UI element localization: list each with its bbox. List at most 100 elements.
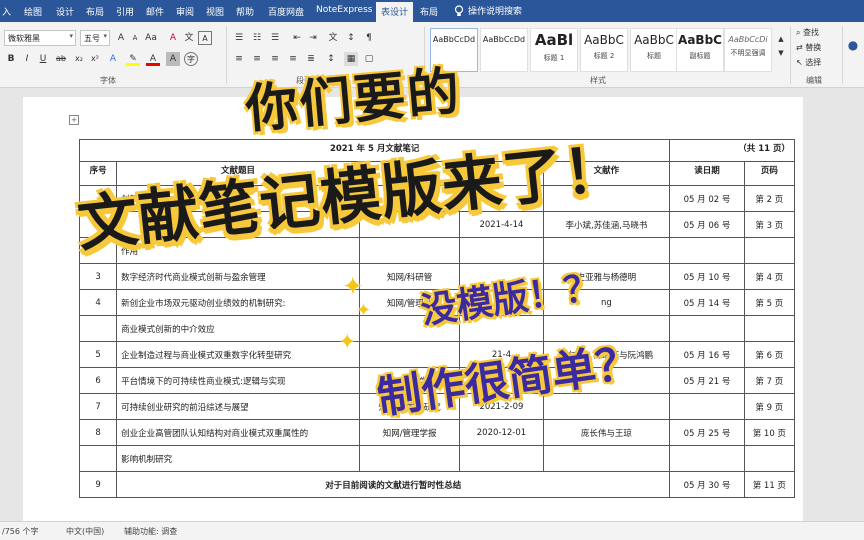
table-cell-author[interactable]: 庞长伟与王琼 xyxy=(542,419,671,446)
underline-button[interactable]: U xyxy=(36,52,50,66)
bold-button[interactable]: B xyxy=(4,52,18,66)
style-heading-2[interactable]: AaBbC 标题 2 xyxy=(580,28,628,72)
tab-draw[interactable]: 绘图 xyxy=(24,5,42,18)
text-effects-button[interactable]: A xyxy=(106,52,120,66)
table-cell-read[interactable] xyxy=(669,315,745,342)
table-cell-no[interactable] xyxy=(78,315,118,342)
phonetic-guide-button[interactable]: 文 xyxy=(182,31,196,45)
shrink-font-button[interactable]: A xyxy=(128,31,142,45)
subscript-button[interactable]: x₂ xyxy=(72,52,86,66)
table-cell-title[interactable]: 影响机制研究 xyxy=(116,445,360,472)
table-cell-no[interactable]: 8 xyxy=(78,419,118,446)
table-cell-title[interactable]: 商业模式创新的中介效应 xyxy=(116,315,360,342)
tab-help[interactable]: 帮助 xyxy=(236,5,254,18)
tab-mailings[interactable]: 邮件 xyxy=(146,5,164,18)
font-color-button[interactable]: A xyxy=(146,52,160,66)
header-page[interactable]: 页码 xyxy=(743,161,796,186)
table-cell-read[interactable]: 05 月 10 号 xyxy=(669,263,745,290)
tab-table-design[interactable]: 表设计 xyxy=(376,2,414,22)
table-cell-page[interactable]: 第 5 页 xyxy=(743,289,796,316)
tab-baidu-netdisk[interactable]: 百度网盘 xyxy=(268,5,304,18)
replace-button[interactable]: ⇄ 替换 xyxy=(796,42,821,53)
table-cell-date[interactable] xyxy=(459,445,544,472)
chinese-layout-icon[interactable]: 文 xyxy=(326,31,340,45)
table-cell-read[interactable]: 05 月 14 号 xyxy=(669,289,745,316)
strikethrough-button[interactable]: ab xyxy=(54,52,68,66)
find-button[interactable]: ⌕ 查找 xyxy=(796,27,819,38)
table-cell-author[interactable] xyxy=(542,445,671,472)
sort-icon[interactable]: ↕ xyxy=(344,31,358,45)
table-cell-page[interactable]: 第 6 页 xyxy=(743,341,796,368)
table-cell-read[interactable] xyxy=(669,393,745,420)
table-cell-read[interactable]: 05 月 25 号 xyxy=(669,419,745,446)
style-title[interactable]: AaBbC 标题 xyxy=(630,28,678,72)
table-cell-date[interactable]: 2020-12-01 xyxy=(459,419,544,446)
style-subtitle[interactable]: AaBbC 副标题 xyxy=(676,28,724,72)
tab-design[interactable]: 设计 xyxy=(56,5,74,18)
table-cell-page[interactable]: 第 7 页 xyxy=(743,367,796,394)
table-cell-page[interactable]: 第 2 页 xyxy=(743,185,796,212)
table-cell-title[interactable]: 平台情境下的可持续性商业模式:逻辑与实现 xyxy=(116,367,360,394)
font-name-combo[interactable]: 微软雅黑 ▾ xyxy=(4,30,76,46)
table-cell-page[interactable]: 第 11 页 xyxy=(743,471,796,498)
table-cell-author[interactable]: 李小斌,苏佳涵,马晓书 xyxy=(542,211,671,238)
tab-table-layout[interactable]: 布局 xyxy=(420,5,438,18)
align-center-icon[interactable]: ≡ xyxy=(250,52,264,66)
table-cell-title[interactable]: 数字经济时代商业模式创新与盈余管理 xyxy=(116,263,360,290)
table-cell-read[interactable]: 05 月 30 号 xyxy=(669,471,745,498)
tab-view[interactable]: 视图 xyxy=(206,5,224,18)
table-cell-read[interactable]: 05 月 21 号 xyxy=(669,367,745,394)
char-border-button[interactable]: A xyxy=(198,31,212,45)
italic-button[interactable]: I xyxy=(20,52,34,66)
table-cell-title[interactable]: 新创企业市场双元驱动创业绩效的机制研究: xyxy=(116,289,360,316)
table-cell-page[interactable] xyxy=(743,445,796,472)
change-case-button[interactable]: Aa xyxy=(144,31,158,45)
total-pages[interactable]: （共 11 页） xyxy=(669,139,795,162)
table-cell-page[interactable]: 第 4 页 xyxy=(743,263,796,290)
clear-format-icon[interactable]: A xyxy=(166,31,180,45)
tell-me-search[interactable]: 操作说明搜索 xyxy=(454,4,522,17)
enclose-char-button[interactable]: 字 xyxy=(184,52,198,66)
table-cell-no[interactable]: 4 xyxy=(78,289,118,316)
table-move-handle-icon[interactable]: + xyxy=(69,115,79,125)
style-subtle-emphasis[interactable]: AaBbCcDi 不明显强调 xyxy=(724,28,772,72)
accessibility-status[interactable]: 辅助功能: 调查 xyxy=(124,526,177,537)
tab-layout[interactable]: 布局 xyxy=(86,5,104,18)
table-cell-no[interactable]: 9 xyxy=(78,471,118,498)
table-cell-title[interactable]: 可持续创业研究的前沿综述与展望 xyxy=(116,393,360,420)
table-cell-no[interactable]: 3 xyxy=(78,263,118,290)
tab-insert[interactable]: 入 xyxy=(2,5,11,18)
grow-font-button[interactable]: A xyxy=(114,31,128,45)
table-cell-page[interactable] xyxy=(743,237,796,264)
table-cell-source[interactable]: 知网/管理学报 xyxy=(358,419,461,446)
style-heading-1[interactable]: AaBl 标题 1 xyxy=(530,28,578,72)
table-cell-source[interactable] xyxy=(358,445,461,472)
style-no-spacing[interactable]: AaBbCcDd xyxy=(480,28,528,72)
table-cell-page[interactable]: 第 3 页 xyxy=(743,211,796,238)
styles-scroll-up-icon[interactable]: ▲ xyxy=(774,32,788,46)
select-button[interactable]: ↖ 选择 xyxy=(796,57,821,68)
tab-review[interactable]: 审阅 xyxy=(176,5,194,18)
increase-indent-icon[interactable]: ⇥ xyxy=(306,31,320,45)
tab-references[interactable]: 引用 xyxy=(116,5,134,18)
highlight-button[interactable]: ✎ xyxy=(126,52,140,66)
header-read-date[interactable]: 读日期 xyxy=(669,161,745,186)
table-cell-title[interactable]: 创业企业高管团队认知结构对商业模式双重属性的 xyxy=(116,419,360,446)
font-size-combo[interactable]: 五号 ▾ xyxy=(80,30,110,46)
align-left-icon[interactable]: ≡ xyxy=(232,52,246,66)
table-cell-title[interactable]: 对于目前阅读的文献进行暂时性总结 xyxy=(116,471,671,498)
char-shading-button[interactable]: A xyxy=(166,52,180,66)
tab-noteexpress[interactable]: NoteExpress xyxy=(316,5,372,15)
bullets-icon[interactable]: ☰ xyxy=(232,31,246,45)
table-cell-source[interactable] xyxy=(358,237,461,264)
table-cell-read[interactable]: 05 月 06 号 xyxy=(669,211,745,238)
table-cell-no[interactable] xyxy=(78,445,118,472)
table-cell-page[interactable] xyxy=(743,315,796,342)
table-cell-date[interactable] xyxy=(459,237,544,264)
table-cell-read[interactable]: 05 月 02 号 xyxy=(669,185,745,212)
table-cell-no[interactable]: 7 xyxy=(78,393,118,420)
table-cell-page[interactable]: 第 9 页 xyxy=(743,393,796,420)
language-indicator[interactable]: 中文(中国) xyxy=(66,526,104,537)
table-cell-author[interactable] xyxy=(542,237,671,264)
dictate-icon[interactable]: ● xyxy=(846,38,860,52)
